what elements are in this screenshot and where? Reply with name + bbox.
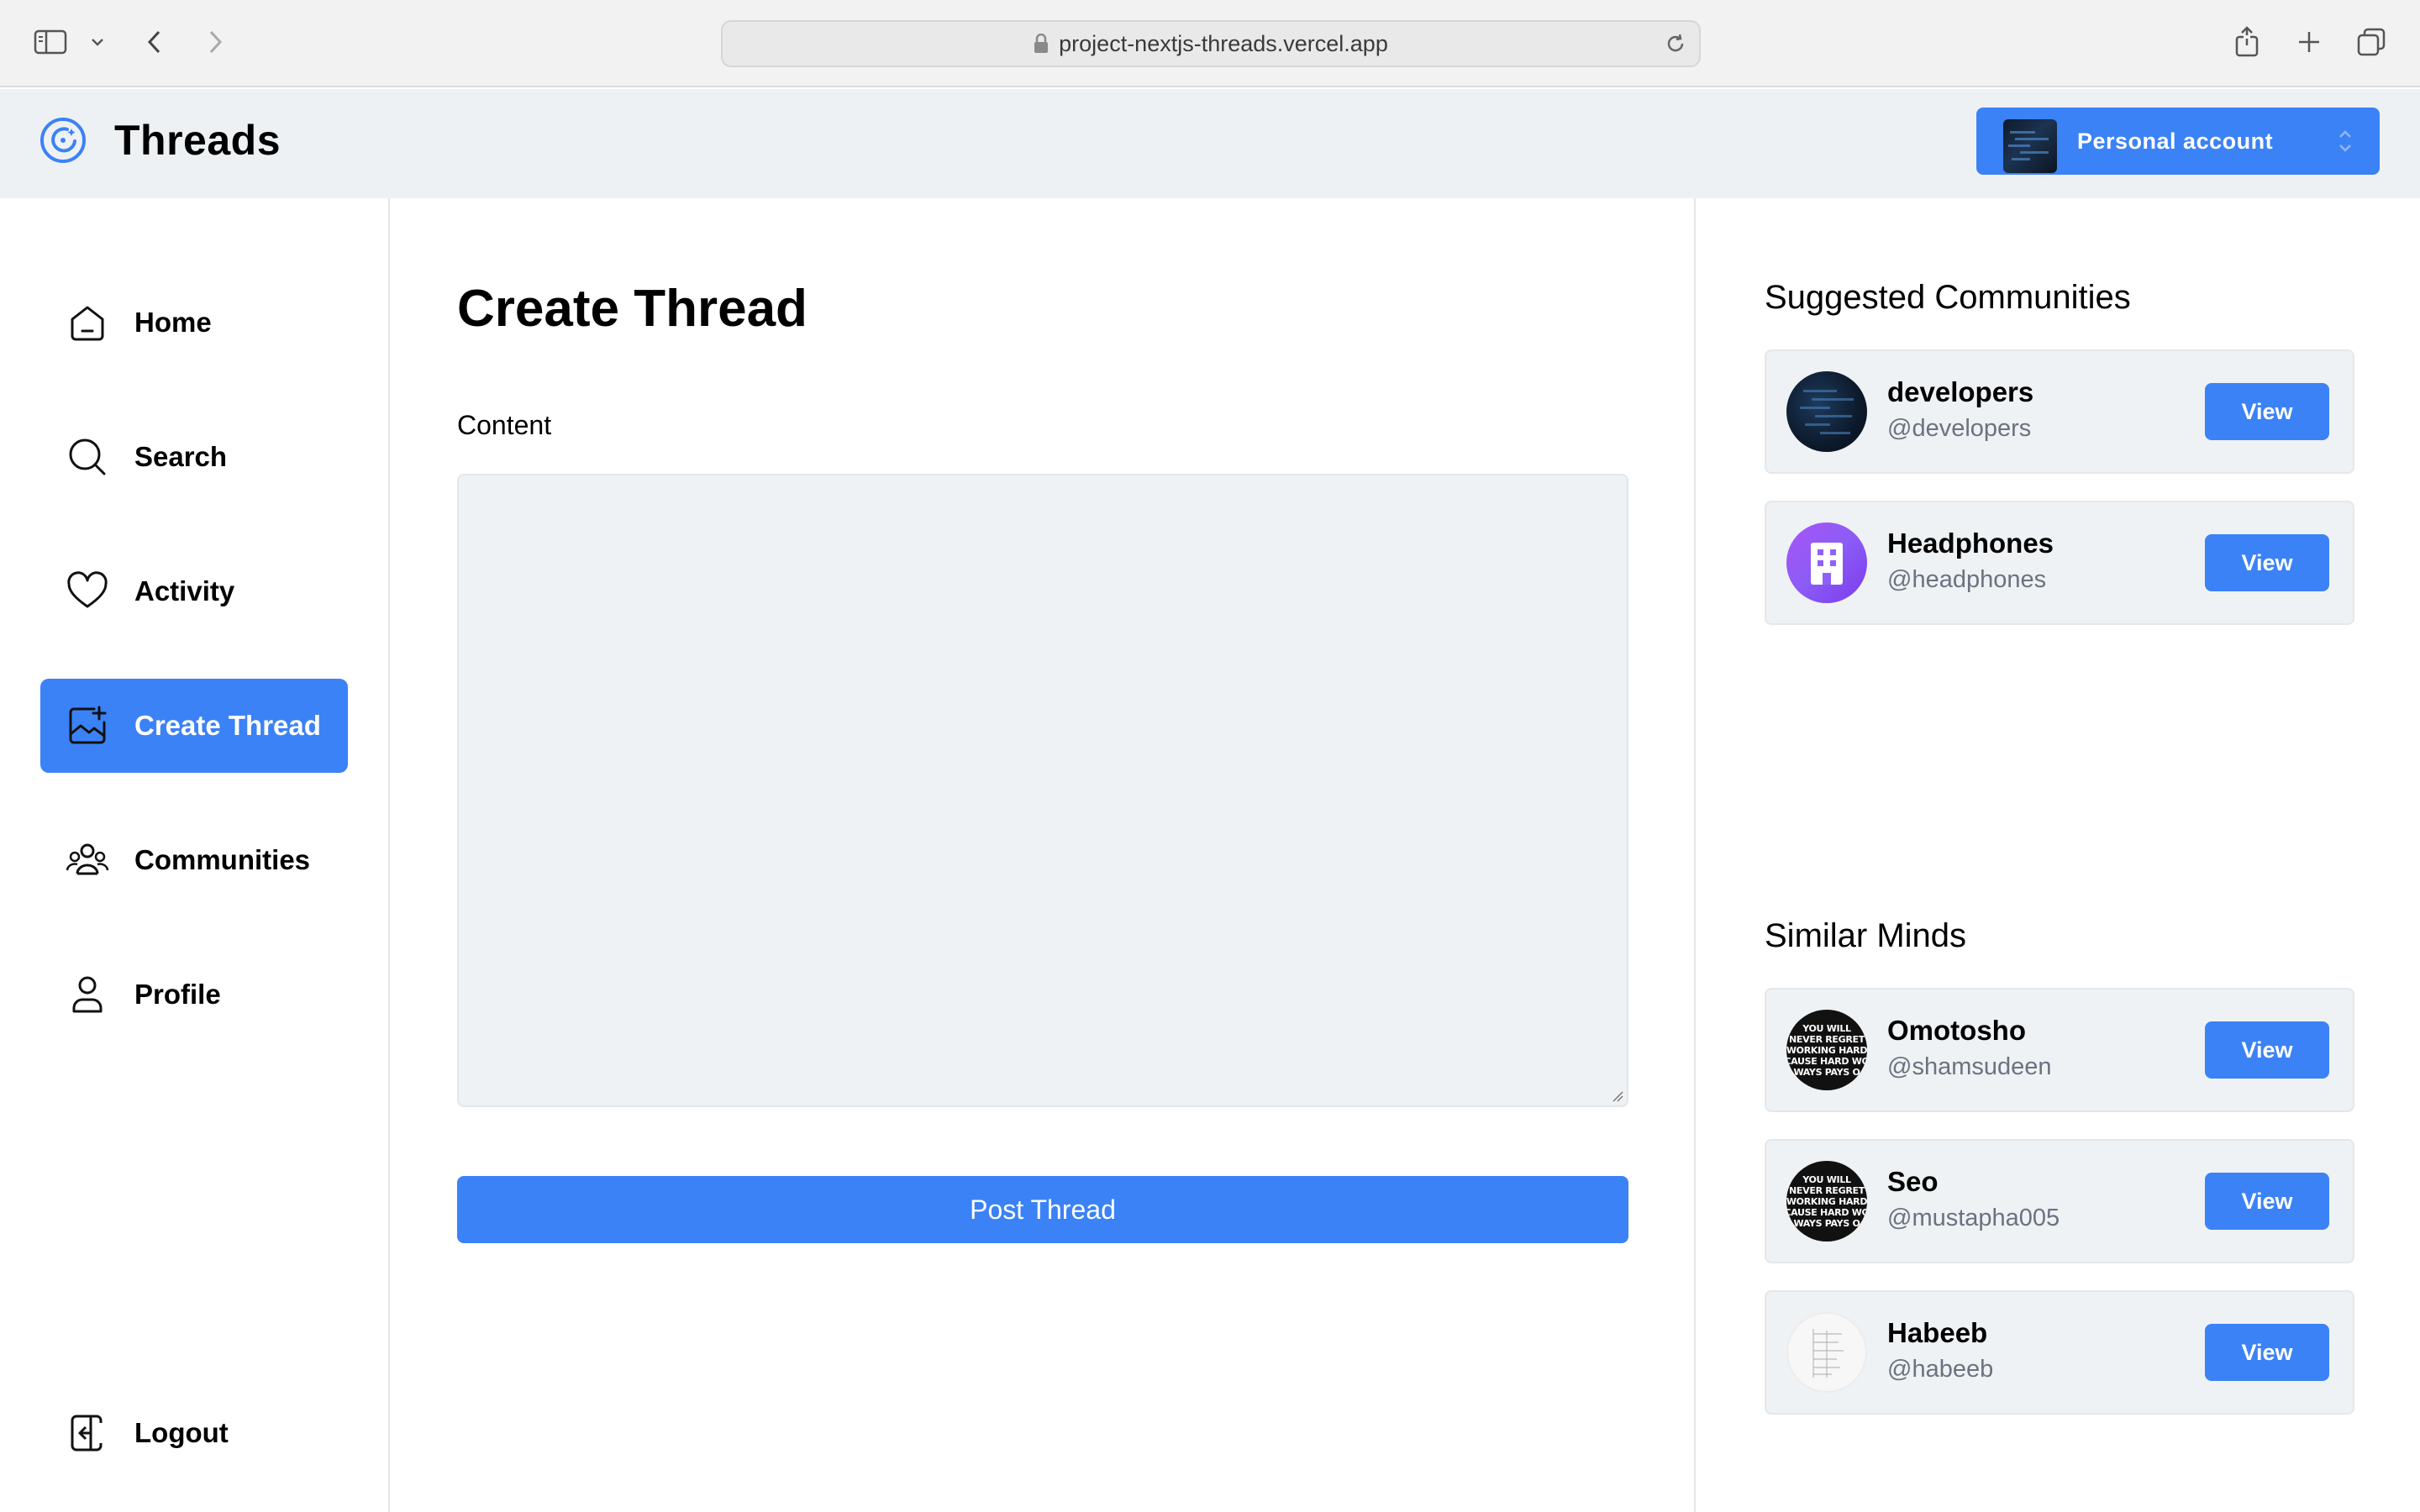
back-icon[interactable] [134,22,175,62]
similar-minds-title: Similar Minds [1765,917,1967,954]
sidebar-item-label: Activity [134,575,235,606]
community-avatar [1786,371,1867,452]
forward-icon[interactable] [195,22,235,62]
sidebar-item-label: Search [134,441,228,472]
communities-icon [66,838,109,882]
user-card: YOU WILL NEVER REGRET WORKING HARD CAUSE… [1765,988,2354,1112]
threads-logo-icon[interactable] [37,114,89,166]
sidebar-item-label: Profile [134,979,221,1010]
user-name: Omotosho [1887,1015,2026,1046]
user-card: Habeeb @habeeb View [1765,1290,2354,1415]
new-tab-icon[interactable] [2289,22,2329,62]
logout-button[interactable]: Logout [40,1386,348,1480]
user-handle: @habeeb [1887,1356,1994,1383]
sidebar-item-home[interactable]: Home [40,276,348,370]
logout-label: Logout [134,1417,229,1448]
community-handle: @developers [1887,415,2032,442]
main-content: Create Thread Content Post Thread [392,198,1696,1512]
community-name: developers [1887,376,2034,407]
address-bar[interactable]: project-nextjs-threads.vercel.app [721,20,1701,67]
sidebar-item-label: Communities [134,844,311,875]
chevron-up-down-icon [2336,124,2354,158]
community-card: Headphones @headphones View [1765,501,2354,625]
page-title: Create Thread [457,280,808,338]
community-handle: @headphones [1887,566,2047,593]
user-avatar: YOU WILL NEVER REGRET WORKING HARD CAUSE… [1786,1161,1867,1242]
post-thread-button[interactable]: Post Thread [457,1176,1628,1243]
community-avatar [1786,522,1867,603]
left-sidebar: Home Search Activity Create Thread Commu… [0,198,390,1512]
user-card: YOU WILL NEVER REGRET WORKING HARD CAUSE… [1765,1139,2354,1263]
search-icon [66,435,109,479]
sidebar-item-label: Create Thread [134,710,321,741]
user-handle: @mustapha005 [1887,1205,2060,1231]
reload-icon[interactable] [1664,32,1687,55]
user-icon [66,973,109,1016]
view-button[interactable]: View [2205,1324,2329,1381]
account-label: Personal account [2077,128,2274,154]
sidebar-item-search[interactable]: Search [40,410,348,504]
logout-icon [66,1411,109,1455]
view-button[interactable]: View [2205,1021,2329,1079]
browser-toolbar: project-nextjs-threads.vercel.app [0,0,2420,87]
sidebar-item-profile[interactable]: Profile [40,948,348,1042]
lock-icon [1034,34,1049,54]
account-avatar [2003,119,2057,173]
brand-name[interactable]: Threads [114,116,281,165]
building-icon [1806,539,1848,586]
home-icon [66,301,109,344]
sidebar-item-create-thread[interactable]: Create Thread [40,679,348,773]
view-button[interactable]: View [2205,383,2329,440]
resize-handle-icon[interactable] [1612,1090,1623,1102]
user-name: Habeeb [1887,1317,1988,1348]
account-switcher[interactable]: Personal account [1976,108,2380,175]
chevron-down-icon[interactable] [77,22,118,62]
user-handle: @shamsudeen [1887,1053,2052,1080]
content-textarea[interactable] [457,474,1628,1107]
suggested-communities-title: Suggested Communities [1765,279,2131,316]
sidebar-item-label: Home [134,307,212,338]
sidebar-item-activity[interactable]: Activity [40,544,348,638]
user-avatar: YOU WILL NEVER REGRET WORKING HARD CAUSE… [1786,1010,1867,1090]
heart-icon [66,570,109,613]
url-text: project-nextjs-threads.vercel.app [1059,30,1388,56]
community-card: developers @developers View [1765,349,2354,474]
create-thread-icon [66,704,109,748]
right-sidebar: Suggested Communities developers @develo… [1697,198,2420,1512]
share-icon[interactable] [2227,22,2267,62]
content-label: Content [457,410,552,440]
sidebar-toggle-icon[interactable] [30,22,71,62]
view-button[interactable]: View [2205,534,2329,591]
community-name: Headphones [1887,528,2054,559]
user-name: Seo [1887,1166,1939,1197]
tabs-overview-icon[interactable] [2351,22,2391,62]
app-header: Threads Personal account [0,89,2420,198]
user-avatar [1786,1312,1867,1393]
sidebar-item-communities[interactable]: Communities [40,813,348,907]
view-button[interactable]: View [2205,1173,2329,1230]
